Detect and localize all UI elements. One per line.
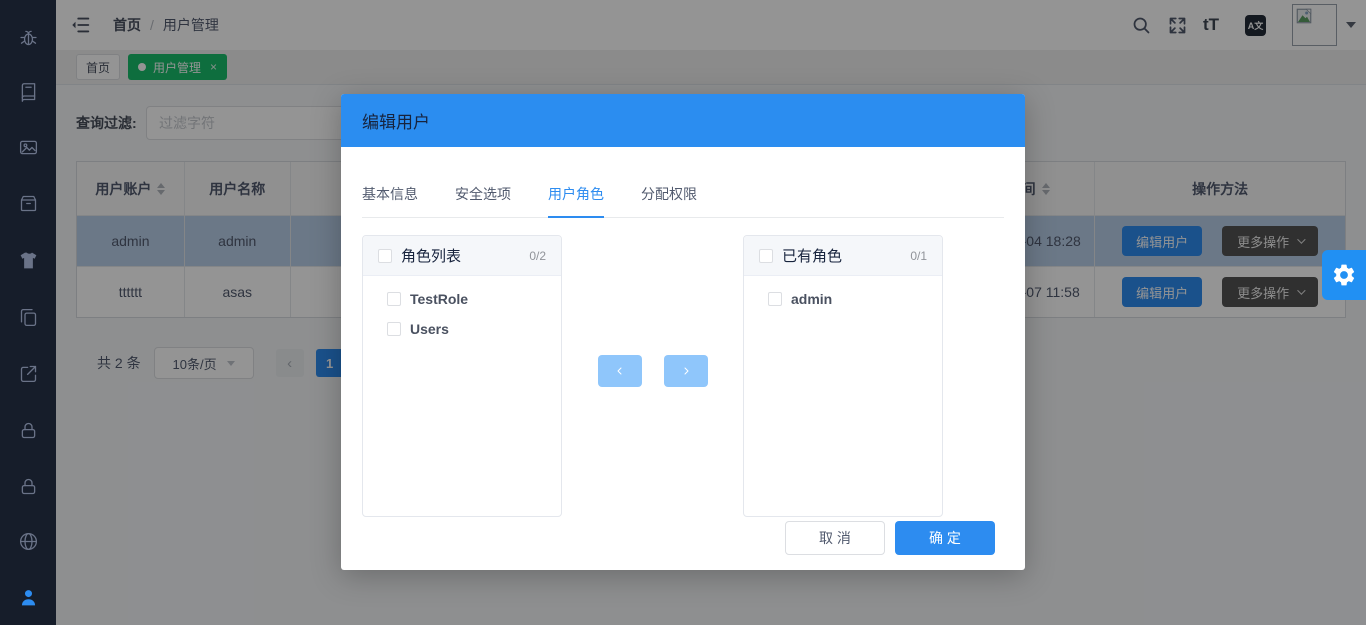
transfer-source-list: TestRole Users xyxy=(363,276,561,344)
item-label: Users xyxy=(410,321,449,337)
modal-tabs: 基本信息 安全选项 用户角色 分配权限 xyxy=(362,184,1004,218)
transfer-source-title: 角色列表 xyxy=(401,245,461,266)
select-all-checkbox[interactable] xyxy=(378,249,392,263)
item-checkbox[interactable] xyxy=(387,292,401,306)
sidebar-item-image-icon[interactable] xyxy=(0,127,56,167)
cancel-button[interactable]: 取 消 xyxy=(785,521,885,555)
transfer-to-right-button[interactable] xyxy=(664,355,708,387)
modal-header: 编辑用户 xyxy=(341,94,1025,147)
modal-title: 编辑用户 xyxy=(362,108,430,133)
sidebar-item-lock-icon[interactable] xyxy=(0,410,56,450)
item-checkbox[interactable] xyxy=(768,292,782,306)
transfer-source-panel: 角色列表 0/2 TestRole Users xyxy=(362,235,562,517)
sidebar xyxy=(0,0,56,625)
sidebar-item-globe-icon[interactable] xyxy=(0,521,56,561)
tab-security-options[interactable]: 安全选项 xyxy=(455,184,511,217)
transfer-to-left-button[interactable] xyxy=(598,355,642,387)
sidebar-item-book-icon[interactable] xyxy=(0,72,56,112)
select-all-checkbox[interactable] xyxy=(759,249,773,263)
sidebar-item-user-icon[interactable] xyxy=(0,577,56,617)
list-item[interactable]: Users xyxy=(363,314,561,344)
item-checkbox[interactable] xyxy=(387,322,401,336)
chevron-right-icon xyxy=(680,365,692,377)
sidebar-item-archive-icon[interactable] xyxy=(0,183,56,223)
list-item[interactable]: admin xyxy=(744,284,942,314)
transfer-target-list: admin xyxy=(744,276,942,314)
sidebar-item-lock2-icon[interactable] xyxy=(0,466,56,506)
sidebar-item-external-link-icon[interactable] xyxy=(0,353,56,393)
transfer-source-count: 0/2 xyxy=(529,249,546,263)
tab-user-roles[interactable]: 用户角色 xyxy=(548,184,604,217)
list-item[interactable]: TestRole xyxy=(363,284,561,314)
chevron-left-icon xyxy=(614,365,626,377)
transfer-target-title: 已有角色 xyxy=(782,245,842,266)
gear-icon xyxy=(1331,262,1357,288)
sidebar-item-copy-icon[interactable] xyxy=(0,297,56,337)
item-label: admin xyxy=(791,291,832,307)
transfer-target-header: 已有角色 0/1 xyxy=(744,236,942,276)
tab-assign-permissions[interactable]: 分配权限 xyxy=(641,184,697,217)
bug-logo-icon xyxy=(0,17,56,57)
transfer-target-count: 0/1 xyxy=(910,249,927,263)
confirm-button[interactable]: 确 定 xyxy=(895,521,995,555)
settings-fab-button[interactable] xyxy=(1322,250,1366,300)
transfer-source-header: 角色列表 0/2 xyxy=(363,236,561,276)
sidebar-item-tshirt-icon[interactable] xyxy=(0,240,56,280)
edit-user-modal: 编辑用户 基本信息 安全选项 用户角色 分配权限 角色列表 0/2 TestRo… xyxy=(341,94,1025,570)
item-label: TestRole xyxy=(410,291,468,307)
transfer-target-panel: 已有角色 0/1 admin xyxy=(743,235,943,517)
tab-basic-info[interactable]: 基本信息 xyxy=(362,184,418,217)
